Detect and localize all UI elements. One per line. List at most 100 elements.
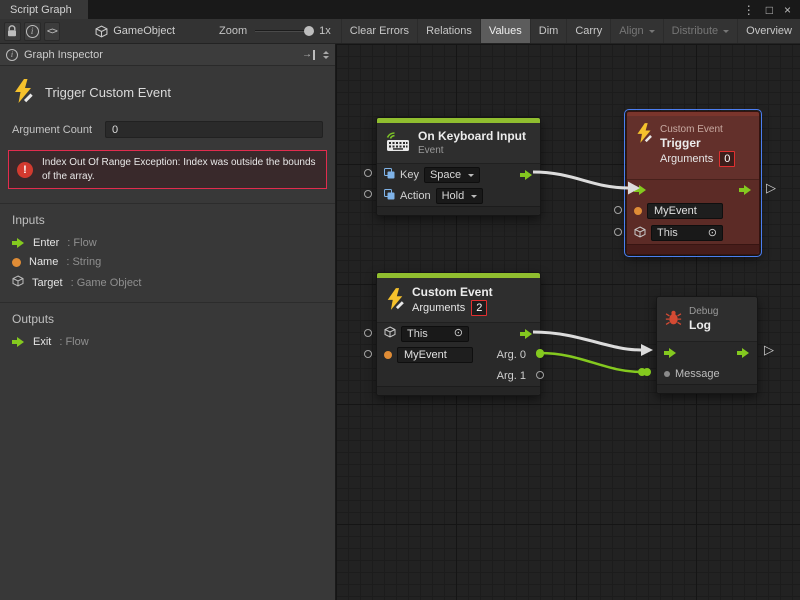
code-view-button[interactable]: <> bbox=[44, 22, 61, 41]
port-type: : Game Object bbox=[71, 277, 142, 289]
node-body: This ⊙ MyEvent Arg. 0 bbox=[377, 322, 540, 386]
flow-input-port[interactable] bbox=[634, 184, 647, 196]
node-title: Custom Event bbox=[412, 285, 493, 300]
node-trigger-custom-event[interactable]: Custom Event Trigger Arguments 0 bbox=[626, 111, 760, 255]
port-type: : Flow bbox=[67, 237, 96, 249]
tab-script-graph[interactable]: Script Graph bbox=[0, 0, 88, 19]
selected-node-header: Trigger Custom Event bbox=[0, 66, 335, 121]
node-title: Trigger bbox=[660, 136, 735, 151]
node-category: Custom Event bbox=[660, 123, 735, 136]
flow-port-row bbox=[627, 180, 759, 200]
main-split: i Graph Inspector → Trigger Custom Event… bbox=[0, 44, 800, 600]
node-on-keyboard-input[interactable]: On Keyboard Input Event Key Space bbox=[376, 117, 541, 216]
lightning-icon bbox=[635, 123, 653, 146]
error-icon: ! bbox=[17, 162, 33, 178]
flow-output-port[interactable] bbox=[520, 169, 533, 181]
toolbar-button-group: Clear Errors Relations Values Dim Carry … bbox=[341, 19, 800, 44]
overview-button[interactable]: Overview bbox=[737, 19, 800, 44]
node-footer bbox=[627, 244, 759, 254]
lightning-icon bbox=[385, 288, 405, 313]
gameobject-cube-icon bbox=[95, 25, 108, 38]
flow-output-port[interactable] bbox=[739, 184, 752, 196]
node-debug-log[interactable]: Debug Log Message bbox=[656, 296, 758, 394]
arg0-output-port[interactable] bbox=[536, 350, 544, 358]
action-value: Hold bbox=[442, 190, 465, 202]
value-input-port[interactable] bbox=[614, 206, 622, 214]
values-button[interactable]: Values bbox=[480, 19, 530, 44]
inspector-header-icons: → bbox=[302, 48, 329, 62]
scroll-down-icon bbox=[323, 56, 329, 62]
node-footer bbox=[377, 386, 540, 395]
flow-port-icon bbox=[12, 237, 25, 249]
value-input-port[interactable] bbox=[364, 169, 372, 177]
panel-scroll-buttons[interactable] bbox=[323, 48, 329, 62]
flow-output-port[interactable] bbox=[737, 347, 750, 359]
node-category: Debug bbox=[689, 305, 718, 318]
target-row: This ⊙ bbox=[627, 222, 759, 244]
carry-button[interactable]: Carry bbox=[566, 19, 610, 44]
align-dropdown[interactable]: Align bbox=[610, 19, 662, 44]
object-picker-icon: ⊙ bbox=[454, 328, 463, 339]
graph-inspector-header: i Graph Inspector → bbox=[0, 44, 335, 66]
value-input-port[interactable] bbox=[364, 329, 372, 337]
selected-node-title: Trigger Custom Event bbox=[45, 85, 171, 100]
arg1-output-port[interactable] bbox=[536, 371, 544, 379]
lock-icon[interactable] bbox=[4, 22, 21, 41]
window-close-icon[interactable]: × bbox=[784, 4, 791, 16]
graph-canvas[interactable]: On Keyboard Input Event Key Space bbox=[336, 44, 800, 600]
target-value: This bbox=[657, 227, 678, 239]
argument-count-label: Argument Count bbox=[12, 124, 105, 136]
dock-icon[interactable]: → bbox=[302, 50, 315, 60]
argument-count-row: Argument Count bbox=[0, 121, 335, 150]
zoom-slider[interactable] bbox=[255, 25, 314, 37]
key-value: Space bbox=[430, 169, 461, 181]
chevron-down-icon bbox=[649, 30, 655, 36]
graph-inspector-title: Graph Inspector bbox=[24, 49, 103, 61]
chevron-down-icon bbox=[468, 174, 474, 180]
value-input-port[interactable] bbox=[364, 350, 372, 358]
input-port-row-name: Name : String bbox=[0, 253, 335, 272]
dim-button[interactable]: Dim bbox=[530, 19, 567, 44]
target-object-picker[interactable]: This ⊙ bbox=[651, 225, 723, 241]
lock-icon-svg bbox=[6, 25, 18, 38]
node-body: Key Space Action Hold bbox=[377, 163, 540, 206]
distribute-dropdown[interactable]: Distribute bbox=[663, 19, 737, 44]
message-label: Message bbox=[675, 368, 720, 380]
node-body: MyEvent This ⊙ bbox=[627, 179, 759, 244]
relations-button[interactable]: Relations bbox=[417, 19, 480, 44]
flow-input-port[interactable] bbox=[664, 347, 677, 359]
value-input-port[interactable] bbox=[364, 190, 372, 198]
node-title: Log bbox=[689, 318, 718, 333]
flow-port-row bbox=[657, 342, 757, 363]
port-name: Enter bbox=[33, 237, 59, 249]
port-type: : Flow bbox=[59, 336, 88, 348]
message-input-port[interactable] bbox=[643, 368, 651, 376]
arg1-row: Arg. 1 bbox=[377, 365, 540, 386]
target-object-picker[interactable]: This ⊙ bbox=[401, 326, 469, 342]
gameobject-cube-icon bbox=[384, 326, 396, 341]
node-custom-event-arguments[interactable]: Custom Event Arguments 2 bbox=[376, 272, 541, 396]
input-port-row-enter: Enter : Flow bbox=[0, 234, 335, 253]
relation-marker-icon: ▷ bbox=[764, 343, 774, 356]
zoom-slider-knob[interactable] bbox=[304, 26, 314, 36]
flow-output-port[interactable] bbox=[520, 328, 533, 340]
clear-errors-button[interactable]: Clear Errors bbox=[341, 19, 417, 44]
key-label: Key bbox=[400, 169, 419, 181]
event-name-row: MyEvent bbox=[627, 200, 759, 222]
argument-count-badge: 0 bbox=[719, 151, 735, 167]
window-maximize-icon[interactable]: □ bbox=[766, 4, 773, 16]
event-name-field[interactable]: MyEvent bbox=[397, 347, 473, 363]
window-menu-icon[interactable]: ⋮ bbox=[743, 4, 755, 16]
event-name-row: MyEvent Arg. 0 bbox=[377, 344, 540, 365]
event-name-field[interactable]: MyEvent bbox=[647, 203, 723, 219]
error-text: Index Out Of Range Exception: Index was … bbox=[42, 156, 318, 183]
bug-icon bbox=[665, 309, 682, 329]
argument-count-input[interactable] bbox=[105, 121, 323, 138]
port-name: Exit bbox=[33, 336, 51, 348]
value-input-port[interactable] bbox=[614, 228, 622, 236]
inspector-toggle-button[interactable]: i bbox=[24, 22, 41, 41]
flow-port-icon bbox=[12, 336, 25, 348]
action-dropdown[interactable]: Hold bbox=[436, 188, 484, 204]
key-dropdown[interactable]: Space bbox=[424, 167, 480, 183]
gameobject-reference[interactable]: GameObject bbox=[95, 25, 175, 38]
